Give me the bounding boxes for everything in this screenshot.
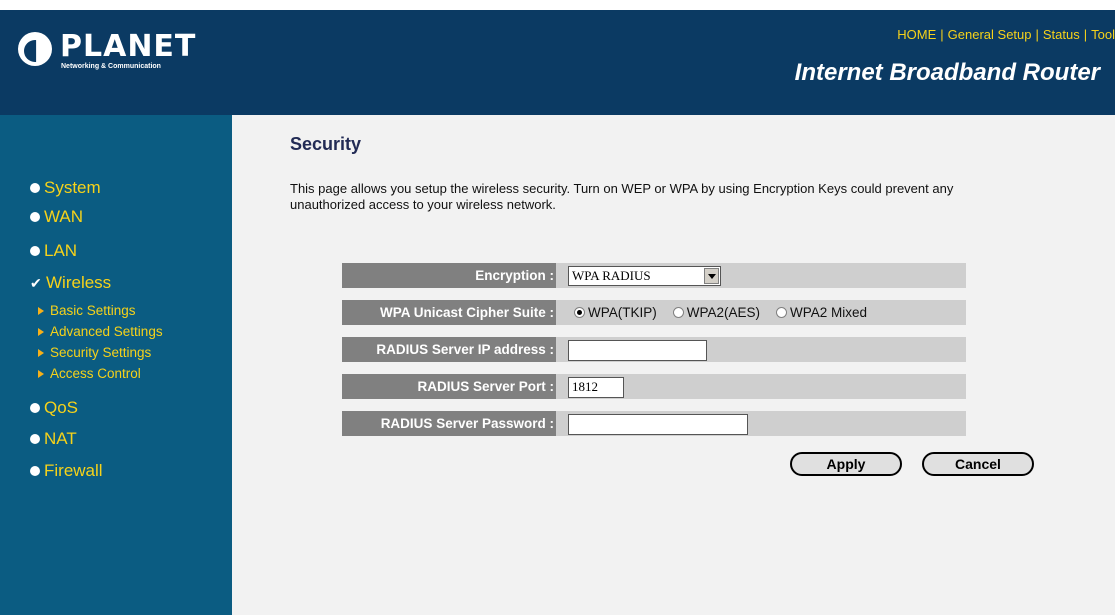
radius-port-row: RADIUS Server Port : 1812 [342,374,966,399]
cipher-suite-radio-group: WPA(TKIP) WPA2(AES) WPA2 Mixed [574,305,883,320]
encryption-select[interactable]: WPA RADIUS [568,266,721,286]
bullet-icon [30,183,40,193]
radius-port-input[interactable]: 1812 [568,377,624,398]
sidebar-item-label: System [44,178,101,197]
top-nav: HOME | General Setup | Status | Tool [897,27,1115,42]
sidebar-subitem-label: Basic Settings [50,303,136,318]
logo-name: PLANET [60,29,197,64]
radius-password-input[interactable] [568,414,748,435]
radio-checked-icon[interactable] [574,307,585,318]
sidebar-item-label: WAN [44,207,84,226]
page-title: Security [290,134,362,154]
sidebar-item-label: QoS [44,398,79,417]
sidebar-item-qos[interactable]: QoS [30,398,78,418]
cipher-suite-label: WPA Unicast Cipher Suite : [342,300,556,325]
nav-status-link[interactable]: Status [1043,27,1080,42]
radius-ip-label: RADIUS Server IP address : [342,337,556,362]
radio-icon[interactable] [776,307,788,318]
sidebar-item-system[interactable]: System [30,178,101,198]
encryption-selected-value: WPA RADIUS [572,268,651,283]
sidebar-item-wireless[interactable]: ✔ Wireless [30,273,111,293]
cipher-option-wpa2-mixed[interactable]: WPA2 Mixed [776,305,867,320]
planet-logo-icon [18,32,52,66]
bullet-icon [30,466,40,476]
radius-ip-row: RADIUS Server IP address : [342,337,966,362]
arrow-right-icon [38,348,44,357]
sidebar-subitem-label: Advanced Settings [50,324,163,339]
nav-general-setup-link[interactable]: General Setup [948,27,1032,42]
logo-subtitle: Networking & Communication [61,63,161,70]
sidebar-subitem-label: Access Control [50,366,141,381]
arrow-right-icon [38,369,44,378]
dropdown-arrow-icon[interactable] [704,268,719,284]
nav-tool-link[interactable]: Tool [1091,27,1115,42]
arrow-right-icon [38,327,44,336]
cancel-button[interactable]: Cancel [922,452,1034,476]
cipher-option-wpa-tkip[interactable]: WPA(TKIP) [574,305,657,320]
router-title: Internet Broadband Router [794,59,1100,86]
sidebar-subitem-label: Security Settings [50,345,152,360]
cipher-option-wpa2-aes[interactable]: WPA2(AES) [672,305,760,320]
radius-password-label: RADIUS Server Password : [342,411,556,436]
sidebar-item-label: Wireless [46,273,112,292]
radius-port-label: RADIUS Server Port : [342,374,556,399]
radius-ip-input[interactable] [568,340,707,361]
sidebar-item-label: LAN [44,241,78,260]
top-strip [0,0,1115,10]
sidebar-item-lan[interactable]: LAN [30,241,77,261]
radio-icon[interactable] [672,307,684,318]
cipher-suite-row: WPA Unicast Cipher Suite : WPA(TKIP) WPA… [342,300,966,325]
sidebar-subitem-security-settings[interactable]: Security Settings [38,345,151,360]
apply-button[interactable]: Apply [790,452,902,476]
page-description: This page allows you setup the wireless … [290,181,954,212]
sidebar-subitem-basic-settings[interactable]: Basic Settings [38,303,136,318]
bullet-icon [30,212,40,222]
nav-home-link[interactable]: HOME [897,27,936,42]
header: PLANET Networking & Communication HOME | G… [0,10,1115,115]
sidebar-subitem-access-control[interactable]: Access Control [38,366,141,381]
sidebar-item-wan[interactable]: WAN [30,207,83,227]
bullet-icon [30,246,40,256]
bullet-icon [30,403,40,413]
sidebar: System WAN LAN ✔ Wireless Basic Settings … [0,115,232,615]
encryption-row: Encryption : WPA RADIUS [342,263,966,288]
sidebar-subitem-advanced-settings[interactable]: Advanced Settings [38,324,163,339]
main-content: Security This page allows you setup the … [232,115,1115,615]
bullet-icon [30,434,40,444]
sidebar-item-firewall[interactable]: Firewall [30,461,103,481]
radius-password-row: RADIUS Server Password : [342,411,966,436]
arrow-right-icon [38,306,44,315]
check-icon: ✔ [30,274,42,291]
sidebar-item-label: NAT [44,429,77,448]
encryption-label: Encryption : [342,263,556,288]
sidebar-item-label: Firewall [44,461,103,480]
sidebar-item-nat[interactable]: NAT [30,429,77,449]
